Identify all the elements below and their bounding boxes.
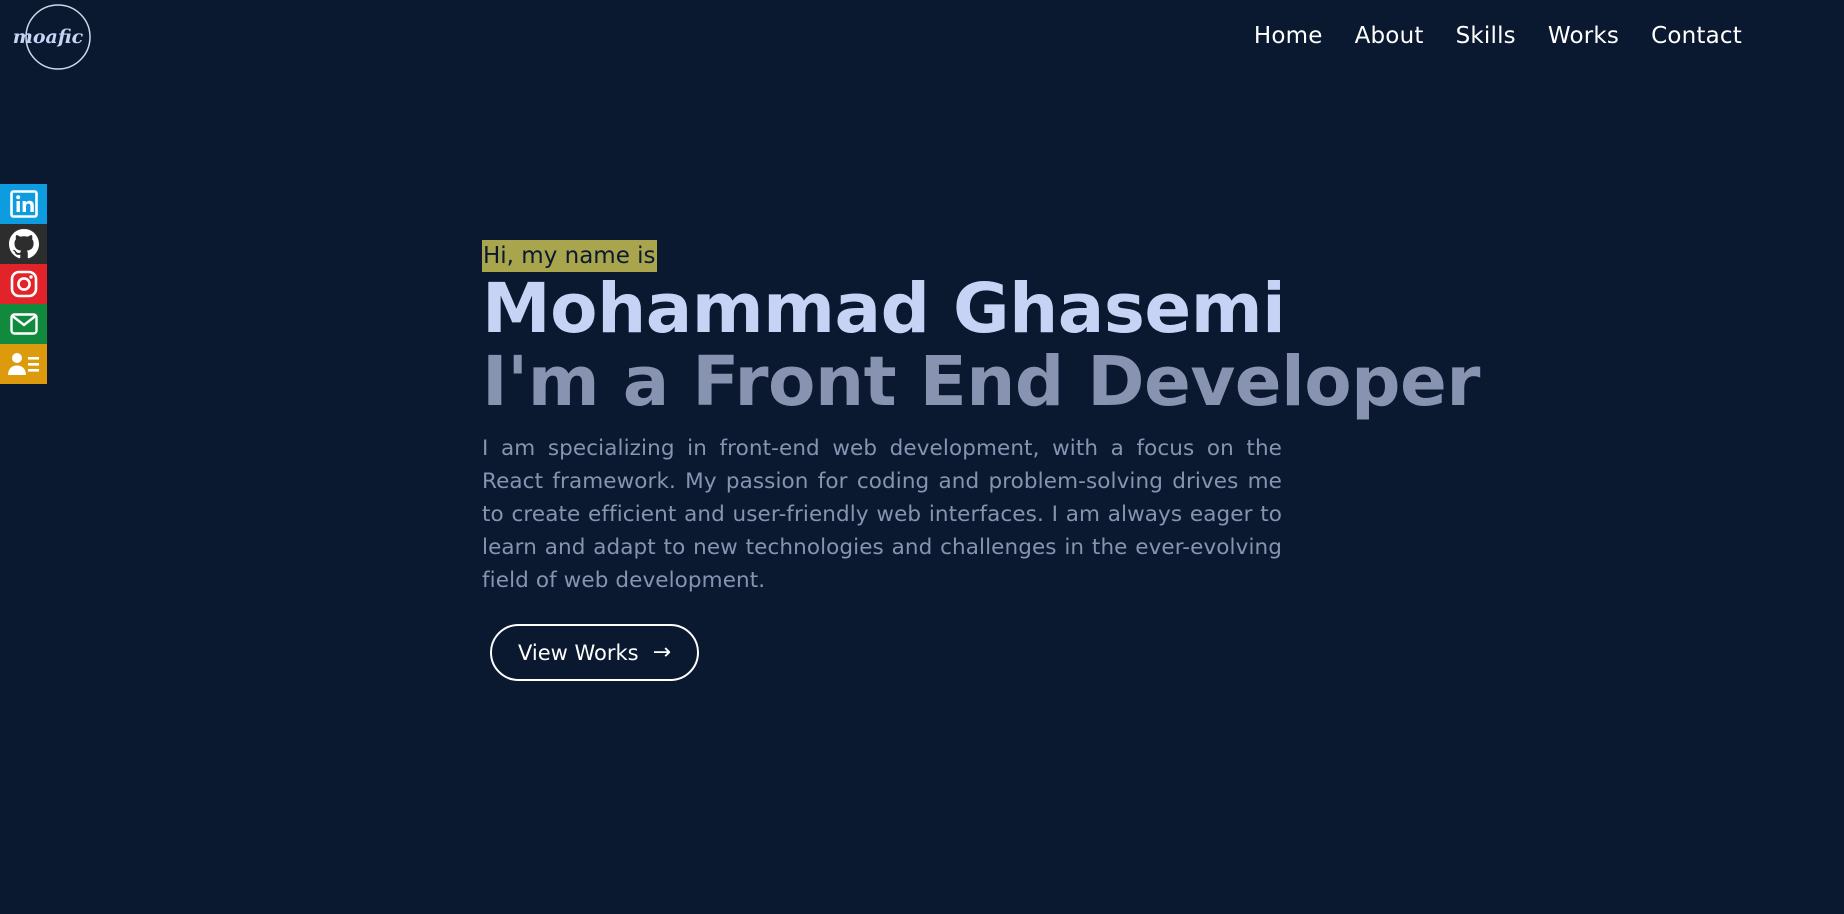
social-linkedin[interactable] — [0, 184, 47, 224]
view-works-button[interactable]: View Works → — [490, 624, 700, 681]
arrow-right-icon: → — [652, 639, 672, 665]
nav-contact[interactable]: Contact — [1651, 20, 1742, 52]
logo-mark: moafic — [13, 4, 91, 70]
nav-works[interactable]: Works — [1548, 20, 1619, 52]
social-instagram[interactable] — [0, 264, 47, 304]
logo-text: moafic — [13, 26, 84, 48]
social-resume[interactable] — [0, 344, 47, 384]
mail-icon — [9, 313, 38, 335]
main-nav: Home About Skills Works Contact — [1254, 20, 1742, 52]
view-works-label: View Works — [518, 640, 639, 665]
instagram-icon — [10, 270, 37, 298]
nav-home[interactable]: Home — [1254, 20, 1323, 52]
hero-name: Mohammad Ghasemi — [482, 269, 1286, 349]
github-icon — [8, 229, 39, 259]
hero-section: Hi, my name is Mohammad Ghasemi I'm a Fr… — [482, 240, 1480, 681]
hero-bio: I am specializing in front-end web devel… — [482, 436, 1282, 593]
social-github[interactable] — [0, 224, 47, 264]
hero-role: I'm a Front End Developer — [482, 342, 1480, 422]
resume-icon — [7, 353, 39, 375]
social-email[interactable] — [0, 304, 47, 344]
linkedin-icon — [9, 190, 38, 218]
logo[interactable]: moafic — [12, 4, 94, 71]
social-sidebar — [0, 184, 47, 384]
nav-about[interactable]: About — [1355, 20, 1424, 52]
nav-skills[interactable]: Skills — [1456, 20, 1516, 52]
page: moafic Home About Skills Works Contact H… — [0, 0, 1844, 914]
greeting: Hi, my name is — [482, 240, 657, 272]
